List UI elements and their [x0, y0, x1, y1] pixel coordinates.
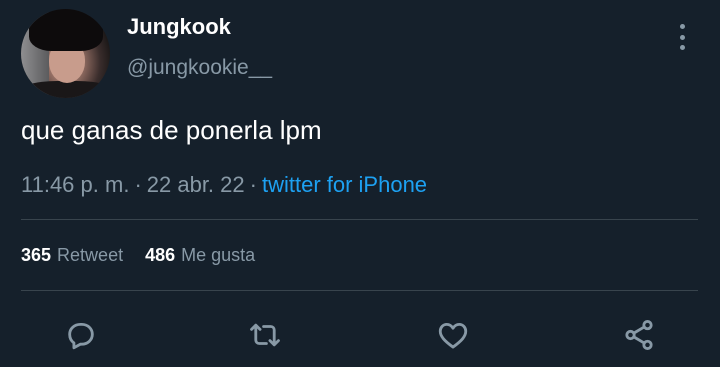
more-dot: [679, 24, 685, 29]
like-button[interactable]: [435, 317, 471, 353]
avatar-shirt: [21, 81, 110, 98]
avatar-hair: [29, 9, 103, 51]
likes-count: 486: [145, 245, 176, 265]
tweet-date: 22 abr. 22: [146, 172, 245, 197]
heart-icon: [438, 322, 468, 349]
author-name[interactable]: Jungkook: [127, 14, 231, 40]
likes-label: Me gusta: [181, 245, 256, 265]
tweet-time: 11:46 p. m.: [21, 172, 130, 197]
tweet-meta: 11:46 p. m. · 22 abr. 22 · twitter for iPhon…: [21, 172, 427, 198]
tweet-text: que ganas de ponerla lpm: [21, 115, 322, 145]
retweets-count: 365: [21, 245, 52, 265]
reply-icon: [68, 322, 94, 350]
divider: [21, 290, 698, 291]
share-icon: [625, 319, 653, 351]
divider: [21, 219, 698, 220]
retweets-stat[interactable]: 365 Retweet: [21, 245, 123, 265]
more-options-icon[interactable]: [672, 24, 692, 50]
meta-separator: ·: [134, 172, 142, 197]
share-button[interactable]: [621, 317, 657, 353]
retweets-label: Retweet: [57, 245, 124, 265]
meta-separator: ·: [249, 172, 257, 197]
avatar[interactable]: [21, 9, 110, 98]
likes-stat[interactable]: 486 Me gusta: [145, 245, 255, 265]
retweet-icon: [250, 323, 280, 347]
retweet-button[interactable]: [247, 317, 283, 353]
reply-button[interactable]: [63, 317, 99, 353]
tweet-client-link[interactable]: twitter for iPhone: [262, 172, 427, 197]
author-handle[interactable]: @jungkookie__: [127, 56, 272, 80]
more-dot: [679, 34, 685, 40]
tweet-stats: 365 Retweet 486 Me gusta: [21, 245, 255, 266]
more-dot: [679, 45, 685, 50]
